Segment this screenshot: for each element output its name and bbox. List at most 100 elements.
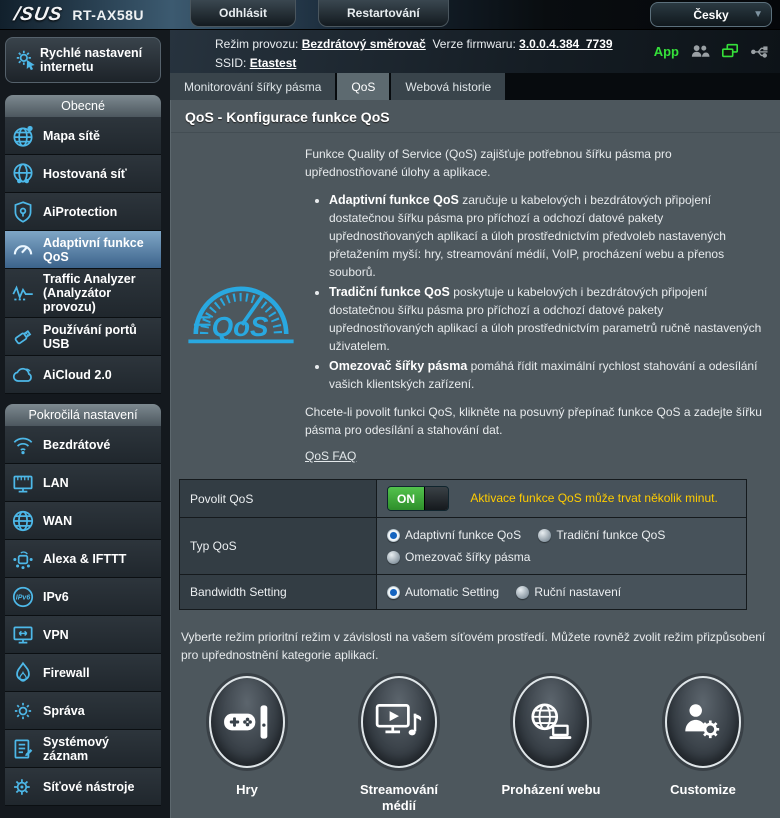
traffic-analyzer-icon [9,280,37,306]
list-item: Tradiční funkce QoS poskytuje u kabelový… [329,283,766,355]
op-mode-link[interactable]: Bezdrátový směrovač [302,37,426,51]
tab-bandwidth-monitor[interactable]: Monitorování šířky pásma [170,73,335,100]
radio-icon [387,586,400,599]
gamepad-icon [209,676,285,768]
sidebar-item-aicloud[interactable]: AiCloud 2.0 [5,356,161,394]
enable-qos-label: Povolit QoS [180,480,377,518]
language-label: Česky [693,8,728,22]
system-log-icon [9,736,37,762]
network-tools-icon [9,774,37,800]
sidebar-item-ipv6[interactable]: IPv6 IPv6 [5,578,161,616]
sidebar-item-traffic-analyzer[interactable]: Traffic Analyzer (Analyzátor provozu) [5,269,161,318]
mode-media-streaming[interactable]: Streamování médií [323,676,475,814]
mode-games[interactable]: Hry [171,676,323,814]
radio-manual-setting[interactable]: Ruční nastavení [516,581,621,603]
reboot-button[interactable]: Restartování [318,0,449,27]
page-title: QoS - Konfigurace funkce QoS [171,100,780,133]
sidebar-item-label: AiProtection [43,205,117,219]
bandwidth-setting-label: Bandwidth Setting [180,575,377,610]
qos-intro-text: Funkce Quality of Service (QoS) zajišťuj… [305,145,766,181]
bullet-term: Adaptivní funkce QoS [329,193,459,207]
list-item: Omezovač šířky pásma pomáhá řídit maximá… [329,357,766,393]
radio-traditional-qos[interactable]: Tradiční funkce QoS [538,524,665,546]
sidebar: Rychlé nastavení internetu Obecné Mapa s… [0,30,170,818]
sidebar-item-alexa-ifttt[interactable]: Alexa & IFTTT [5,540,161,578]
sidebar-item-network-tools[interactable]: Síťové nástroje [5,768,161,806]
mode-customize[interactable]: Customize [627,676,779,814]
app-link[interactable]: App [654,44,679,59]
sidebar-item-system-log[interactable]: Systémový záznam [5,730,161,768]
radio-adaptive-qos[interactable]: Adaptivní funkce QoS [387,524,521,546]
ssid-link[interactable]: Etastest [250,56,297,70]
language-dropdown[interactable]: Česky ▼ [650,2,772,27]
radio-label: Tradiční funkce QoS [556,524,665,546]
radio-label: Automatic Setting [405,581,499,603]
svg-text:IPv6: IPv6 [16,594,31,601]
sidebar-section-advanced: Pokročilá nastavení [5,404,161,426]
sidebar-item-label: Mapa sítě [43,129,100,143]
shield-icon [9,199,37,225]
svg-text:QoS: QoS [212,311,269,342]
radio-automatic-setting[interactable]: Automatic Setting [387,581,499,603]
sidebar-item-label: VPN [43,628,69,642]
sidebar-item-label: Systémový záznam [43,735,157,763]
sidebar-item-label: AiCloud 2.0 [43,368,112,382]
status-infobar: Režim provozu: Bezdrátový směrovač Verze… [170,30,780,73]
table-row: Typ QoS Adaptivní funkce QoS Tradiční fu… [180,518,747,575]
sidebar-item-aiprotection[interactable]: AiProtection [5,193,161,231]
qos-panel: QoS - Konfigurace funkce QoS QoS [170,100,780,818]
qos-faq-link[interactable]: QoS FAQ [305,447,356,465]
sidebar-item-wireless[interactable]: Bezdrátové [5,426,161,464]
router-model: RT-AX58U [72,7,144,23]
sidebar-item-vpn[interactable]: VPN [5,616,161,654]
sidebar-item-label: Traffic Analyzer (Analyzátor provozu) [43,272,157,314]
mode-web-surfing[interactable]: Proházení webu [475,676,627,814]
radio-bandwidth-limiter[interactable]: Omezovač šířky pásma [387,546,530,568]
sidebar-item-label: Síťové nástroje [43,780,134,794]
sidebar-item-label: Správa [43,704,85,718]
qos-feature-list: Adaptivní funkce QoS zaručuje u kabelový… [329,191,766,393]
guest-network-icon [9,161,37,187]
wan-icon [9,508,37,534]
sidebar-item-guest-network[interactable]: Hostovaná síť [5,155,161,193]
enable-hint-text: Chcete-li povolit funkci QoS, klikněte n… [305,403,766,439]
firewall-icon [9,660,37,686]
chevron-down-icon: ▼ [753,9,763,20]
usb-status-icon[interactable] [750,43,770,59]
firmware-version-link[interactable]: 3.0.0.4.384_7739 [519,37,612,51]
activation-note: Aktivace funkce QoS může trvat několik m… [470,491,717,505]
tab-web-history[interactable]: Webová historie [391,73,505,100]
qos-type-label: Typ QoS [180,518,377,575]
op-mode-label: Režim provozu: [215,37,298,51]
sidebar-item-network-map[interactable]: Mapa sítě [5,117,161,155]
connected-devices-icon[interactable] [720,42,740,60]
network-map-icon [9,123,37,149]
radio-icon [387,529,400,542]
list-item: Adaptivní funkce QoS zaručuje u kabelový… [329,191,766,281]
web-surfing-icon [513,676,589,768]
tab-qos[interactable]: QoS [337,73,389,100]
qos-gauge-illustration: QoS [177,145,305,475]
quick-setup-gear-icon [12,47,40,73]
sidebar-item-label: Hostovaná síť [43,167,127,181]
sidebar-item-administration[interactable]: Správa [5,692,161,730]
clients-icon[interactable] [689,42,710,60]
sidebar-item-usb-application[interactable]: Používání portů USB [5,318,161,356]
sidebar-item-firewall[interactable]: Firewall [5,654,161,692]
sidebar-item-label: Firewall [43,666,90,680]
sidebar-item-wan[interactable]: WAN [5,502,161,540]
sidebar-item-lan[interactable]: LAN [5,464,161,502]
sidebar-item-label: WAN [43,514,72,528]
sidebar-item-adaptive-qos[interactable]: Adaptivní funkce QoS [5,231,161,269]
media-streaming-icon [361,676,437,768]
mode-label: Streamování médií [344,782,454,814]
sidebar-item-label: LAN [43,476,69,490]
quick-internet-setup-button[interactable]: Rychlé nastavení internetu [5,37,161,83]
logout-button[interactable]: Odhlásit [190,0,296,27]
toggle-knob [424,487,448,510]
gauge-icon [9,237,37,263]
wireless-icon [9,432,37,458]
qos-enable-toggle[interactable]: ON [387,486,449,511]
radio-label: Ruční nastavení [534,581,621,603]
cloud-icon [9,362,37,388]
